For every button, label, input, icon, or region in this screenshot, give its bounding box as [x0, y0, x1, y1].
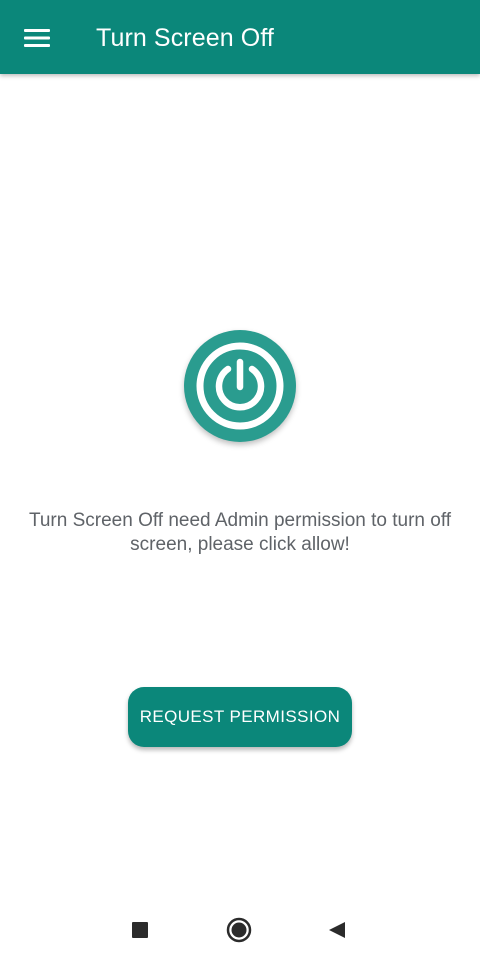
home-button[interactable] — [221, 912, 257, 948]
power-logo — [184, 330, 296, 442]
app-bar: Turn Screen Off — [0, 0, 480, 74]
circle-home-icon — [226, 917, 252, 943]
square-recents-icon — [132, 922, 148, 938]
system-nav-bar — [0, 900, 480, 960]
request-permission-button[interactable]: REQUEST PERMISSION — [128, 687, 352, 747]
recents-button[interactable] — [122, 912, 158, 948]
menu-button[interactable] — [14, 15, 60, 61]
screen: Turn Screen Off Turn Screen Off need Adm… — [0, 0, 480, 960]
permission-message: Turn Screen Off need Admin permission to… — [28, 510, 452, 555]
hamburger-menu-icon — [24, 29, 50, 47]
power-icon — [196, 342, 284, 430]
triangle-back-icon — [329, 922, 345, 938]
app-title: Turn Screen Off — [96, 24, 274, 52]
back-button[interactable] — [319, 912, 355, 948]
